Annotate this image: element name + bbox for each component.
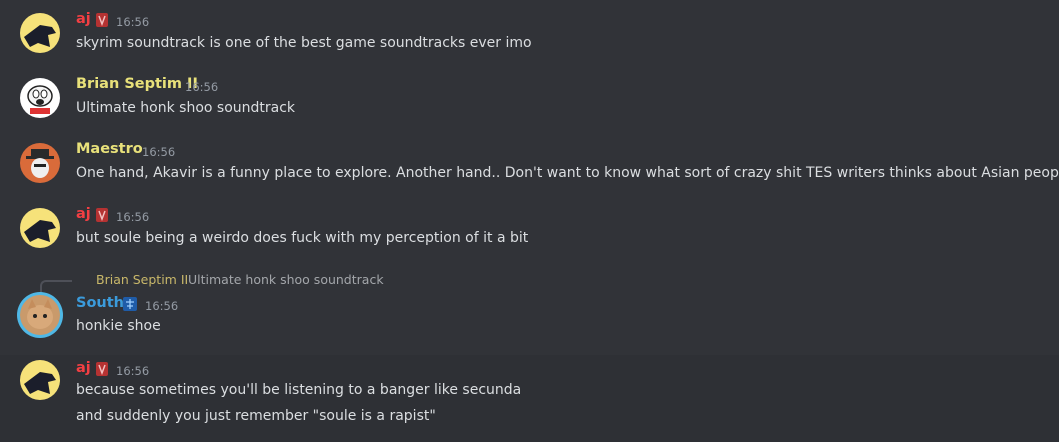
message-2: Brian Septim II 16:56 Ultimate honk shoo… bbox=[0, 65, 1059, 130]
message-3: Maestro 16:56 One hand, Akavir is a funn… bbox=[0, 130, 1059, 195]
author-name[interactable]: Maestro bbox=[76, 141, 143, 157]
timestamp: 16:56 bbox=[116, 364, 150, 378]
author-name[interactable]: aj bbox=[76, 206, 91, 222]
crow-avatar[interactable] bbox=[20, 208, 60, 248]
role-badge-icon bbox=[94, 12, 110, 31]
message-1: aj 16:56 skyrim soundtrack is one of the… bbox=[0, 0, 1059, 65]
author-name[interactable]: aj bbox=[76, 11, 91, 27]
cartoon-dog-avatar[interactable] bbox=[20, 78, 60, 118]
message-4: aj 16:56 but soule being a weirdo does f… bbox=[0, 195, 1059, 260]
crow-avatar[interactable] bbox=[20, 13, 60, 53]
message-text: but soule being a weirdo does fuck with … bbox=[76, 230, 529, 246]
timestamp: 16:56 bbox=[145, 299, 179, 313]
message-5: South 16:56 honkie shoe bbox=[0, 260, 1059, 355]
role-badge-icon bbox=[122, 296, 138, 315]
message-text: because sometimes you'll be listening to… bbox=[76, 382, 522, 398]
crow-avatar[interactable] bbox=[20, 360, 60, 400]
message-text: One hand, Akavir is a funny place to exp… bbox=[76, 165, 1059, 181]
timestamp: 16:56 bbox=[116, 210, 150, 224]
author-name[interactable]: aj bbox=[76, 360, 91, 376]
timestamp: 16:56 bbox=[185, 80, 219, 94]
message-text-continued: and suddenly you just remember "soule is… bbox=[76, 408, 436, 424]
author-name[interactable]: Brian Septim II bbox=[76, 76, 198, 92]
message-text: Ultimate honk shoo soundtrack bbox=[76, 100, 296, 116]
role-badge-icon bbox=[94, 361, 110, 380]
role-badge-icon bbox=[94, 207, 110, 226]
message-6: aj 16:56 because sometimes you'll be lis… bbox=[0, 355, 1059, 442]
message-text: honkie shoe bbox=[76, 318, 161, 334]
author-name[interactable]: South bbox=[76, 295, 124, 311]
timestamp: 16:56 bbox=[142, 145, 176, 159]
timestamp: 16:56 bbox=[116, 15, 150, 29]
cat-avatar[interactable] bbox=[20, 295, 60, 335]
message-text: skyrim soundtrack is one of the best gam… bbox=[76, 35, 532, 51]
hat-man-avatar[interactable] bbox=[20, 143, 60, 183]
